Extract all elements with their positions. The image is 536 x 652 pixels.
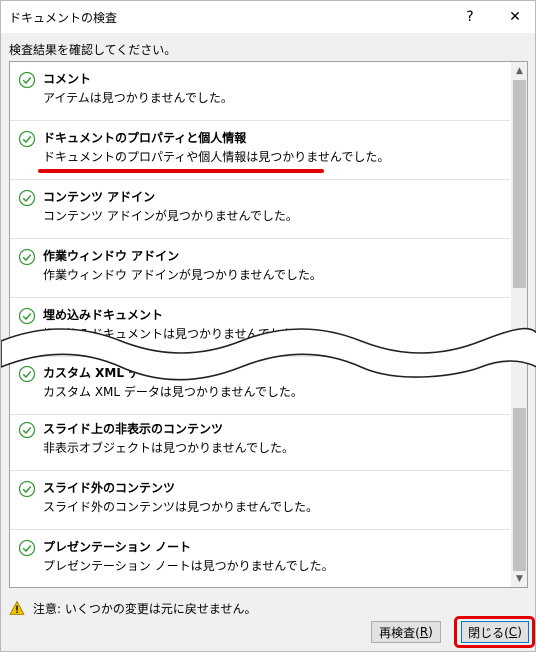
close-window-button[interactable]: ✕ bbox=[495, 1, 535, 33]
check-circle-icon bbox=[18, 130, 36, 148]
warning-text: 注意: いくつかの変更は元に戻せません。 bbox=[33, 601, 257, 616]
close-button[interactable]: 閉じる(C) bbox=[461, 621, 529, 643]
torn-edge-graphic bbox=[1, 327, 536, 381]
dialog-title: ドキュメントの検査 bbox=[9, 11, 118, 25]
check-circle-icon bbox=[18, 421, 36, 439]
warning-message: 注意: いくつかの変更は元に戻せません。 bbox=[9, 599, 257, 617]
result-item-taskpane-addins: 作業ウィンドウ アドイン 作業ウィンドウ アドインが見つかりませんでした。 bbox=[10, 239, 510, 298]
result-item-hidden-slide-content: スライド上の非表示のコンテンツ 非表示オブジェクトは見つかりませんでした。 bbox=[10, 412, 510, 471]
reinspect-button[interactable]: 再検査(R) bbox=[371, 621, 441, 643]
result-detail: アイテムは見つかりませんでした。 bbox=[43, 91, 233, 105]
help-button[interactable]: ? bbox=[453, 1, 487, 33]
result-item-content-addins: コンテンツ アドイン コンテンツ アドインが見つかりませんでした。 bbox=[10, 180, 510, 239]
result-detail: スライド外のコンテンツは見つかりませんでした。 bbox=[43, 500, 319, 514]
reinspect-label-end: ) bbox=[428, 625, 433, 639]
result-item-offslide-content: スライド外のコンテンツ スライド外のコンテンツは見つかりませんでした。 bbox=[10, 471, 510, 530]
check-circle-icon bbox=[18, 539, 36, 557]
result-heading: スライド上の非表示のコンテンツ bbox=[43, 422, 224, 436]
scroll-up-icon[interactable]: ▲ bbox=[511, 62, 527, 79]
result-item-comments: コメント アイテムは見つかりませんでした。 bbox=[10, 62, 510, 121]
reinspect-label: 再検査( bbox=[379, 625, 420, 640]
result-heading: コメント bbox=[43, 72, 92, 86]
result-detail: プレゼンテーション ノートは見つかりませんでした。 bbox=[43, 559, 334, 573]
close-label: 閉じる( bbox=[468, 625, 509, 640]
instruction-text: 検査結果を確認してください。 bbox=[9, 43, 177, 57]
result-heading: 埋め込みドキュメント bbox=[43, 308, 164, 322]
result-heading: スライド外のコンテンツ bbox=[43, 481, 176, 495]
annotation-underline bbox=[38, 169, 324, 173]
reinspect-access-key: R bbox=[419, 625, 429, 639]
result-heading: プレゼンテーション ノート bbox=[43, 540, 191, 554]
scrollbar-thumb[interactable] bbox=[513, 80, 526, 288]
result-detail: 非表示オブジェクトは見つかりませんでした。 bbox=[43, 441, 295, 455]
check-circle-icon bbox=[18, 189, 36, 207]
check-circle-icon bbox=[18, 71, 36, 89]
check-circle-icon bbox=[18, 480, 36, 498]
scroll-down-icon[interactable]: ▼ bbox=[511, 570, 527, 587]
result-detail: 作業ウィンドウ アドインが見つかりませんでした。 bbox=[43, 268, 322, 282]
close-label-end: ) bbox=[517, 625, 522, 639]
check-circle-icon bbox=[18, 248, 36, 266]
close-access-key: C bbox=[508, 625, 518, 639]
warning-triangle-icon bbox=[9, 600, 25, 615]
result-item-presentation-notes: プレゼンテーション ノート プレゼンテーション ノートは見つかりませんでした。 bbox=[10, 530, 510, 587]
result-detail: コンテンツ アドインが見つかりませんでした。 bbox=[43, 209, 298, 223]
result-heading: 作業ウィンドウ アドイン bbox=[43, 249, 180, 263]
inspect-document-dialog: ドキュメントの検査 ? ✕ 検査結果を確認してください。 コメント アイテムは見… bbox=[0, 0, 536, 652]
result-heading: コンテンツ アドイン bbox=[43, 190, 156, 204]
result-detail: ドキュメントのプロパティや個人情報は見つかりませんでした。 bbox=[43, 150, 390, 164]
title-bar: ドキュメントの検査 ? ✕ bbox=[1, 1, 535, 33]
result-heading: ドキュメントのプロパティと個人情報 bbox=[43, 131, 247, 145]
scrollbar-thumb[interactable] bbox=[513, 408, 526, 571]
